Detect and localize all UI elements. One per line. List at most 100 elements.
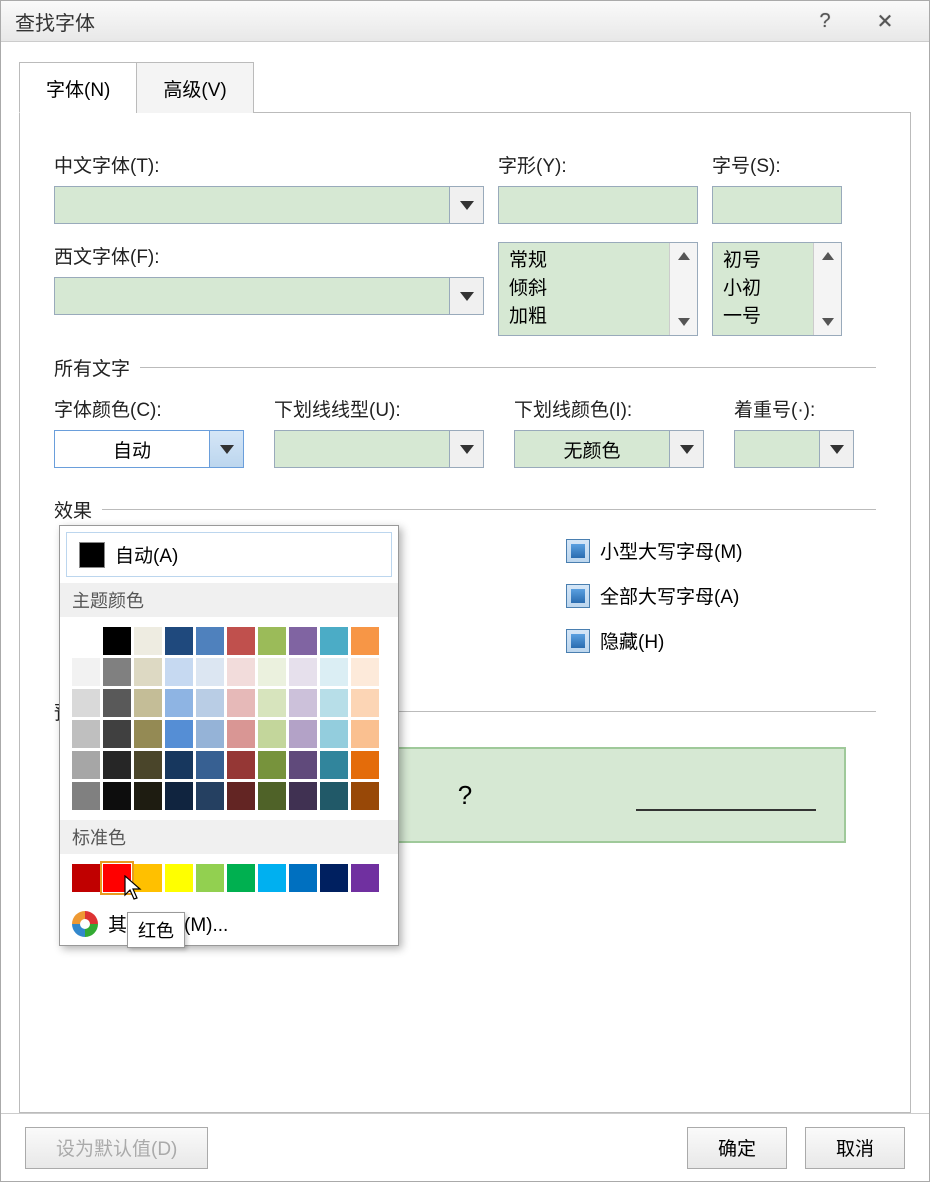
color-swatch[interactable] xyxy=(134,782,162,810)
color-swatch[interactable] xyxy=(134,658,162,686)
color-auto-option[interactable]: 自动(A) xyxy=(66,532,392,577)
color-swatch[interactable] xyxy=(227,658,255,686)
size-input[interactable] xyxy=(712,186,842,224)
size-option[interactable]: 初号 xyxy=(723,247,803,275)
tab-font[interactable]: 字体(N) xyxy=(19,62,137,113)
color-swatch[interactable] xyxy=(165,689,193,717)
color-swatch[interactable] xyxy=(165,782,193,810)
color-swatch[interactable] xyxy=(351,720,379,748)
color-swatch[interactable] xyxy=(72,782,100,810)
color-swatch[interactable] xyxy=(103,689,131,717)
color-swatch[interactable] xyxy=(289,720,317,748)
color-swatch[interactable] xyxy=(196,627,224,655)
color-swatch[interactable] xyxy=(165,658,193,686)
color-swatch[interactable] xyxy=(227,720,255,748)
color-swatch[interactable] xyxy=(351,751,379,779)
color-swatch[interactable] xyxy=(196,658,224,686)
color-swatch[interactable] xyxy=(103,720,131,748)
color-swatch[interactable] xyxy=(134,864,162,892)
color-swatch[interactable] xyxy=(351,658,379,686)
western-font-combo[interactable] xyxy=(54,277,484,315)
color-swatch[interactable] xyxy=(196,720,224,748)
western-font-dropdown-button[interactable] xyxy=(449,278,483,314)
underline-color-combo[interactable]: 无颜色 xyxy=(514,430,704,468)
color-swatch[interactable] xyxy=(196,782,224,810)
close-button[interactable]: ✕ xyxy=(855,5,915,37)
allcaps-checkbox[interactable]: 全部大写字母(A) xyxy=(566,582,846,609)
color-swatch[interactable] xyxy=(320,720,348,748)
color-swatch[interactable] xyxy=(258,864,286,892)
color-swatch[interactable] xyxy=(258,658,286,686)
color-swatch[interactable] xyxy=(258,751,286,779)
color-swatch[interactable] xyxy=(289,658,317,686)
set-default-button[interactable]: 设为默认值(D) xyxy=(25,1127,208,1169)
color-swatch[interactable] xyxy=(289,782,317,810)
color-swatch[interactable] xyxy=(103,864,131,892)
color-swatch[interactable] xyxy=(165,720,193,748)
color-swatch[interactable] xyxy=(103,627,131,655)
color-swatch[interactable] xyxy=(320,782,348,810)
color-swatch[interactable] xyxy=(320,658,348,686)
color-swatch[interactable] xyxy=(351,782,379,810)
color-swatch[interactable] xyxy=(103,782,131,810)
color-swatch[interactable] xyxy=(258,782,286,810)
font-color-combo[interactable]: 自动 xyxy=(54,430,244,468)
color-swatch[interactable] xyxy=(103,751,131,779)
style-listbox[interactable]: 常规 倾斜 加粗 xyxy=(498,242,698,336)
color-swatch[interactable] xyxy=(134,689,162,717)
hidden-checkbox[interactable]: 隐藏(H) xyxy=(566,627,846,654)
underline-style-combo[interactable] xyxy=(274,430,484,468)
color-swatch[interactable] xyxy=(72,720,100,748)
color-swatch[interactable] xyxy=(289,689,317,717)
color-swatch[interactable] xyxy=(320,751,348,779)
color-swatch[interactable] xyxy=(134,627,162,655)
color-swatch[interactable] xyxy=(165,627,193,655)
color-swatch[interactable] xyxy=(72,864,100,892)
color-swatch[interactable] xyxy=(320,627,348,655)
color-swatch[interactable] xyxy=(351,627,379,655)
underline-style-dropdown-button[interactable] xyxy=(449,431,483,467)
color-swatch[interactable] xyxy=(134,751,162,779)
scroll-up-button[interactable] xyxy=(814,243,841,269)
style-input[interactable] xyxy=(498,186,698,224)
color-swatch[interactable] xyxy=(351,689,379,717)
color-swatch[interactable] xyxy=(227,864,255,892)
color-swatch[interactable] xyxy=(289,627,317,655)
color-swatch[interactable] xyxy=(351,864,379,892)
color-swatch[interactable] xyxy=(258,627,286,655)
scroll-up-button[interactable] xyxy=(670,243,697,269)
underline-color-dropdown-button[interactable] xyxy=(669,431,703,467)
color-swatch[interactable] xyxy=(227,751,255,779)
scrollbar[interactable] xyxy=(669,243,697,335)
western-font-value[interactable] xyxy=(55,278,449,314)
chinese-font-combo[interactable] xyxy=(54,186,484,224)
color-swatch[interactable] xyxy=(289,864,317,892)
font-color-dropdown-button[interactable] xyxy=(209,431,243,467)
color-swatch[interactable] xyxy=(320,864,348,892)
color-swatch[interactable] xyxy=(196,689,224,717)
color-swatch[interactable] xyxy=(72,658,100,686)
scroll-down-button[interactable] xyxy=(670,309,697,335)
color-swatch[interactable] xyxy=(72,627,100,655)
size-option[interactable]: 一号 xyxy=(723,303,803,331)
color-swatch[interactable] xyxy=(227,627,255,655)
smallcaps-checkbox[interactable]: 小型大写字母(M) xyxy=(566,537,846,564)
emphasis-combo[interactable] xyxy=(734,430,854,468)
size-option[interactable]: 小初 xyxy=(723,275,803,303)
scroll-down-button[interactable] xyxy=(814,309,841,335)
color-swatch[interactable] xyxy=(72,751,100,779)
style-option[interactable]: 倾斜 xyxy=(509,275,659,303)
color-swatch[interactable] xyxy=(196,751,224,779)
color-swatch[interactable] xyxy=(320,689,348,717)
more-colors-option[interactable]: 其他颜色(M)... xyxy=(60,902,398,945)
cancel-button[interactable]: 取消 xyxy=(805,1127,905,1169)
size-listbox[interactable]: 初号 小初 一号 xyxy=(712,242,842,336)
color-swatch[interactable] xyxy=(72,689,100,717)
color-swatch[interactable] xyxy=(258,720,286,748)
style-option[interactable]: 常规 xyxy=(509,247,659,275)
color-swatch[interactable] xyxy=(165,864,193,892)
color-swatch[interactable] xyxy=(165,751,193,779)
color-swatch[interactable] xyxy=(227,782,255,810)
color-swatch[interactable] xyxy=(227,689,255,717)
color-swatch[interactable] xyxy=(196,864,224,892)
